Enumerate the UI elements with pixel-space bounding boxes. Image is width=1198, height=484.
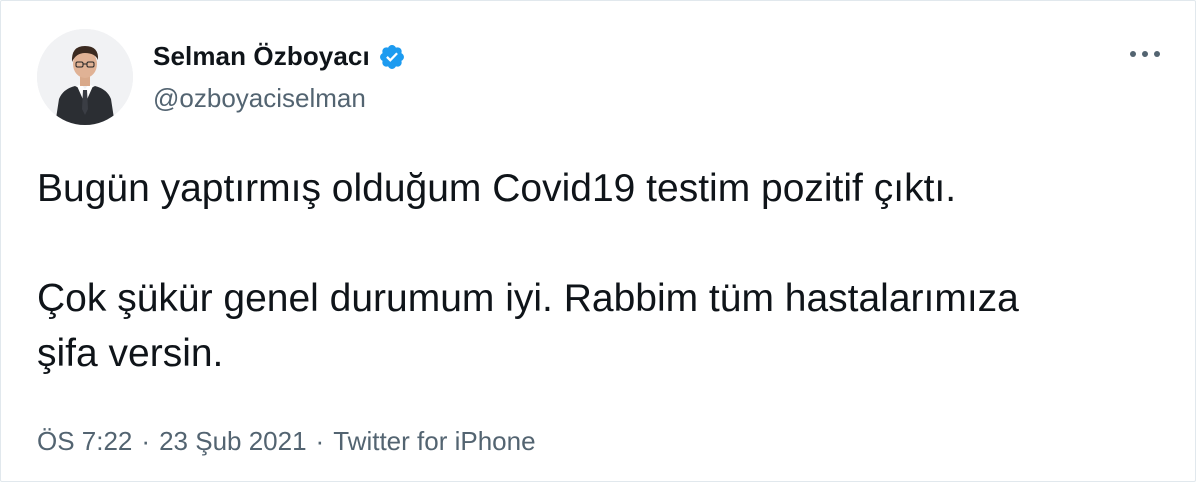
tweet-date-link[interactable]: 23 Şub 2021 [159, 426, 306, 457]
more-options-icon [1130, 51, 1160, 57]
author-name-row: Selman Özboyacı [153, 41, 406, 72]
tweet-line: Bugün yaptırmış olduğum Covid19 testim p… [37, 167, 957, 210]
display-name[interactable]: Selman Özboyacı [153, 41, 370, 72]
tweet-line: şifa versin. [37, 332, 224, 375]
tweet-meta: ÖS 7:22 · 23 Şub 2021 · Twitter for iPho… [37, 426, 536, 457]
more-options-button[interactable] [1125, 39, 1165, 69]
tweet-source-link[interactable]: Twitter for iPhone [333, 426, 535, 457]
tweet-time-link[interactable]: ÖS 7:22 [37, 426, 132, 457]
profile-photo-icon [37, 29, 133, 125]
tweet-line: Çok şükür genel durumum iyi. Rabbim tüm … [37, 277, 1019, 320]
verified-badge-icon [378, 43, 406, 71]
tweet-text: Bugün yaptırmış olduğum Covid19 testim p… [37, 161, 1157, 381]
avatar[interactable] [37, 29, 133, 125]
tweet-card: Selman Özboyacı @ozboyaciselman Bugün ya… [0, 0, 1196, 482]
meta-separator: · [315, 426, 325, 456]
meta-separator: · [141, 426, 151, 456]
handle[interactable]: @ozboyaciselman [153, 83, 366, 114]
